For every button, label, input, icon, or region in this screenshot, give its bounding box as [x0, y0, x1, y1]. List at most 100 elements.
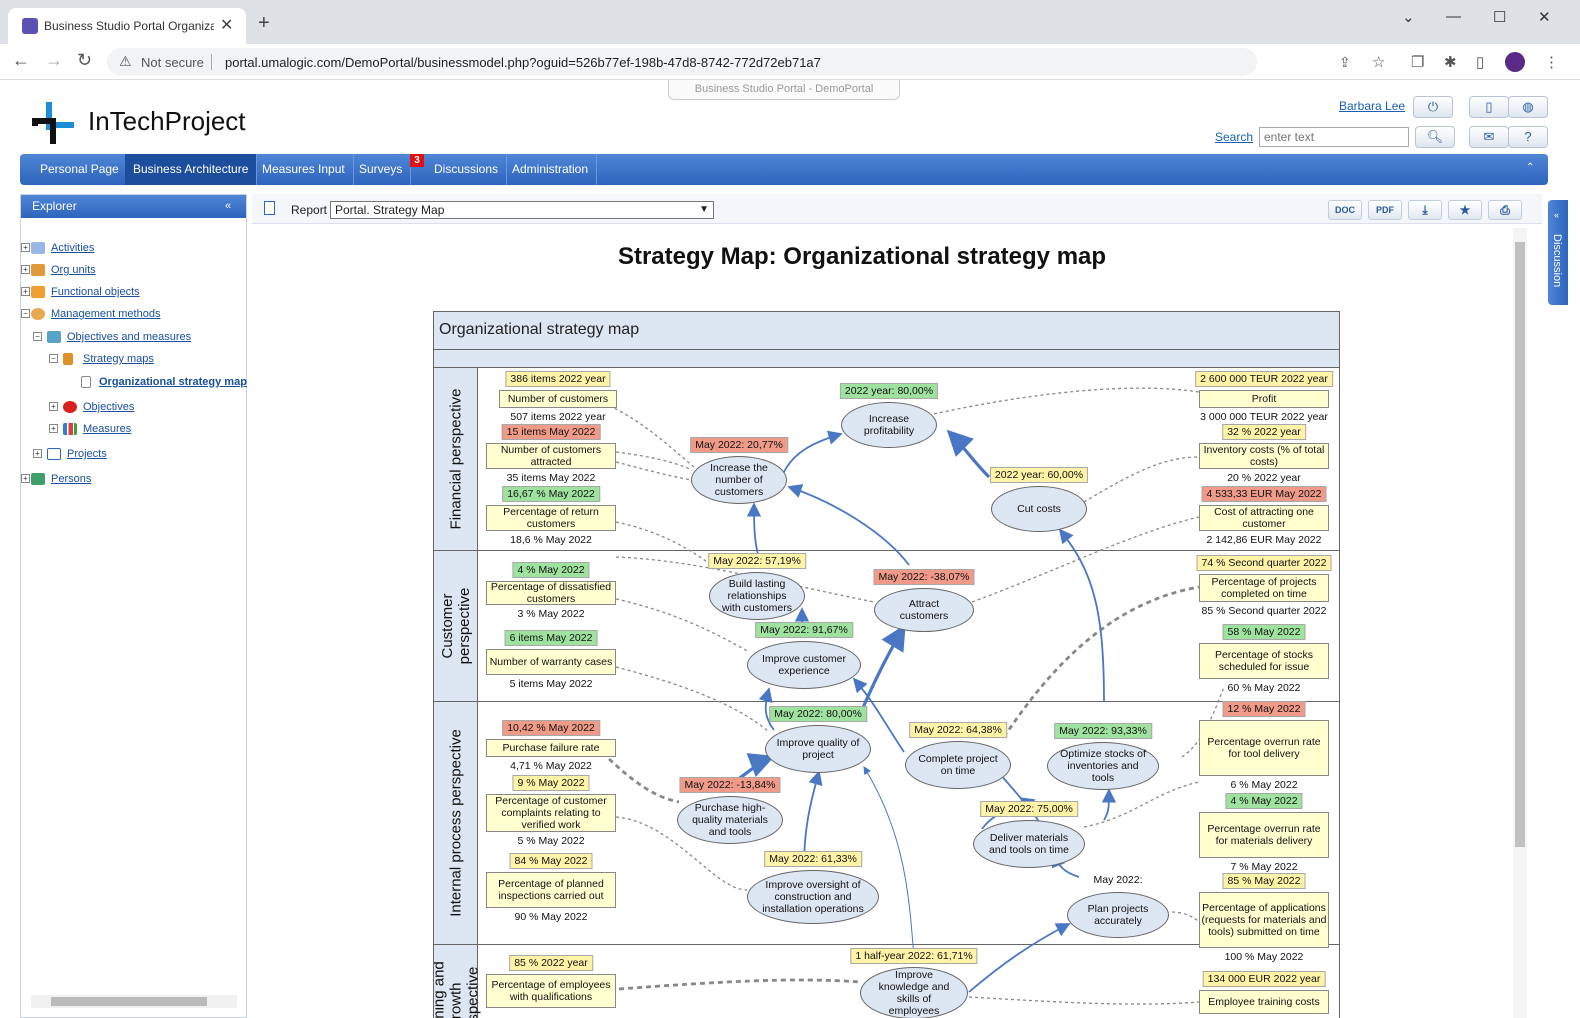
tree-item-functional-objects[interactable]: Functional objects: [51, 286, 140, 298]
measure-box[interactable]: Employee training costs: [1199, 990, 1329, 1014]
reload-icon[interactable]: ↻: [77, 50, 92, 71]
help-icon[interactable]: ?: [1508, 126, 1548, 148]
mobile-icon[interactable]: ▯: [1469, 96, 1509, 118]
objective-node[interactable]: Complete project on time: [905, 741, 1011, 789]
minimize-icon[interactable]: —: [1446, 8, 1461, 25]
maximize-icon[interactable]: ☐: [1493, 8, 1506, 26]
search-link[interactable]: Search: [1215, 130, 1253, 144]
logout-icon[interactable]: ⏻: [1413, 96, 1453, 118]
measure-box[interactable]: Inventory costs (% of total costs): [1199, 443, 1329, 469]
bookmark-star-icon[interactable]: ☆: [1372, 53, 1385, 71]
scroll-thumb[interactable]: [51, 997, 207, 1006]
tree-item-projects[interactable]: Projects: [67, 448, 107, 460]
tree-item-strategy-maps[interactable]: Strategy maps: [83, 353, 154, 365]
browser-tab[interactable]: Business Studio Portal Organizati ✕: [8, 8, 246, 44]
export-pdf-button[interactable]: PDF: [1368, 200, 1402, 220]
tree-item-management-methods[interactable]: Management methods: [51, 308, 160, 320]
measure-box[interactable]: Number of customers attracted: [486, 443, 616, 469]
globe-icon[interactable]: ◍: [1508, 96, 1548, 118]
search-icon[interactable]: 🔍︎: [1415, 126, 1455, 148]
expand-icon[interactable]: +: [21, 265, 30, 274]
close-tab-icon[interactable]: ✕: [220, 15, 233, 35]
objective-node[interactable]: Improve customer experience: [747, 641, 861, 689]
share-icon[interactable]: ⇪: [1339, 54, 1351, 71]
objective-node[interactable]: Increase profitability: [841, 402, 937, 448]
collapse-icon[interactable]: −: [33, 332, 42, 341]
menu-business-architecture[interactable]: Business Architecture: [125, 154, 258, 185]
expand-icon[interactable]: +: [21, 287, 30, 296]
measure-box[interactable]: Percentage of projects completed on time: [1199, 574, 1329, 602]
objective-node[interactable]: Cut costs: [991, 486, 1087, 532]
tree-item-activities[interactable]: Activities: [51, 242, 94, 254]
objective-node[interactable]: Optimize stocks of inventories and tools: [1047, 742, 1159, 790]
measure-box[interactable]: Percentage of applications (requests for…: [1199, 892, 1329, 948]
new-tab-icon[interactable]: +: [258, 12, 270, 35]
measure-box[interactable]: Cost of attracting one customer: [1199, 505, 1329, 531]
measure-box[interactable]: Purchase failure rate: [486, 739, 616, 757]
explorer-horizontal-scrollbar[interactable]: [31, 995, 237, 1008]
collapse-explorer-icon[interactable]: «: [225, 195, 231, 218]
measure-box[interactable]: Percentage of planned inspections carrie…: [486, 872, 616, 908]
objective-node[interactable]: Purchase high-quality materials and tool…: [677, 796, 783, 844]
measure-box[interactable]: Percentage of customer complaints relati…: [486, 794, 616, 832]
objective-node[interactable]: Build lasting relationships with custome…: [709, 572, 805, 620]
objective-node[interactable]: Plan projects accurately: [1067, 892, 1169, 938]
measure-box[interactable]: Percentage overrun rate for materials de…: [1199, 812, 1329, 858]
menu-measures-input[interactable]: Measures Input: [254, 154, 354, 185]
expand-discussion-icon[interactable]: «: [1554, 210, 1559, 220]
tree-item-organizational-strategy-map[interactable]: Organizational strategy map: [99, 376, 247, 388]
profile-avatar[interactable]: [1505, 52, 1525, 72]
tree-item-persons[interactable]: Persons: [51, 473, 91, 485]
objective-node[interactable]: Improve quality of project: [765, 725, 871, 773]
menu-surveys[interactable]: Surveys: [351, 154, 412, 185]
tree-item-objectives[interactable]: Objectives: [83, 401, 134, 413]
export-doc-button[interactable]: DOC: [1328, 200, 1362, 220]
user-link[interactable]: Barbara Lee: [1339, 99, 1405, 113]
report-select[interactable]: Portal. Strategy Map ▼: [330, 201, 714, 219]
objective-node[interactable]: Increase the number of customers: [691, 456, 787, 504]
expand-icon[interactable]: +: [49, 402, 58, 411]
objective-node[interactable]: Improve oversight of construction and in…: [747, 870, 879, 924]
discussion-side-tab[interactable]: « Discussion: [1548, 200, 1568, 305]
collapse-menu-icon[interactable]: ⌃: [1526, 162, 1534, 173]
objective-node[interactable]: Deliver materials and tools on time: [973, 820, 1085, 868]
report-vertical-scrollbar[interactable]: [1513, 228, 1527, 1018]
tab-search-icon[interactable]: ⌄: [1402, 8, 1415, 26]
menu-administration[interactable]: Administration: [504, 154, 598, 185]
measure-box[interactable]: Percentage overrun rate for tool deliver…: [1199, 720, 1329, 776]
mail-icon[interactable]: ✉: [1469, 126, 1509, 148]
measure-box[interactable]: Number of warranty cases: [486, 649, 616, 675]
expand-icon[interactable]: +: [21, 474, 30, 483]
menu-personal-page[interactable]: Personal Page: [32, 154, 128, 185]
collapse-icon[interactable]: −: [49, 354, 58, 363]
objective-node[interactable]: Attract customers: [874, 588, 974, 632]
tree-item-org-units[interactable]: Org units: [51, 264, 96, 276]
expand-icon[interactable]: +: [21, 243, 30, 252]
measure-box[interactable]: Percentage of dissatisfied customers: [486, 581, 616, 605]
tree-item-objectives-and-measures[interactable]: Objectives and measures: [67, 331, 191, 343]
back-icon[interactable]: ←: [12, 50, 30, 71]
measure-box[interactable]: Percentage of stocks scheduled for issue: [1199, 643, 1329, 679]
measure-box[interactable]: Percentage of employees with qualificati…: [486, 974, 616, 1008]
url-field[interactable]: ⚠ Not secure portal.umalogic.com/DemoPor…: [107, 48, 1351, 76]
measure-box[interactable]: Profit: [1199, 390, 1329, 408]
sidepanel-icon[interactable]: ▯: [1476, 53, 1484, 71]
favorite-star-icon[interactable]: ★: [1448, 200, 1482, 220]
measure-box[interactable]: Percentage of return customers: [486, 505, 616, 531]
collapse-icon[interactable]: −: [21, 309, 30, 318]
search-input[interactable]: [1259, 127, 1409, 147]
print-icon[interactable]: ⎙: [1488, 200, 1522, 220]
extension-icon[interactable]: ❐: [1411, 53, 1424, 71]
expand-icon[interactable]: +: [33, 449, 42, 458]
measure-box[interactable]: Number of customers: [499, 390, 617, 408]
expand-icon[interactable]: +: [49, 424, 58, 433]
tree-item-measures[interactable]: Measures: [83, 423, 131, 435]
puzzle-icon[interactable]: ✱: [1444, 53, 1457, 71]
objective-node[interactable]: Improve knowledge and skills of employee…: [860, 967, 968, 1018]
menu-dots-icon[interactable]: ⋮: [1544, 53, 1559, 71]
menu-discussions[interactable]: Discussions: [426, 154, 508, 185]
download-icon[interactable]: ⤓: [1408, 200, 1442, 220]
close-window-icon[interactable]: ✕: [1538, 8, 1551, 26]
scroll-thumb[interactable]: [1515, 242, 1525, 847]
forward-icon[interactable]: →: [45, 50, 63, 71]
